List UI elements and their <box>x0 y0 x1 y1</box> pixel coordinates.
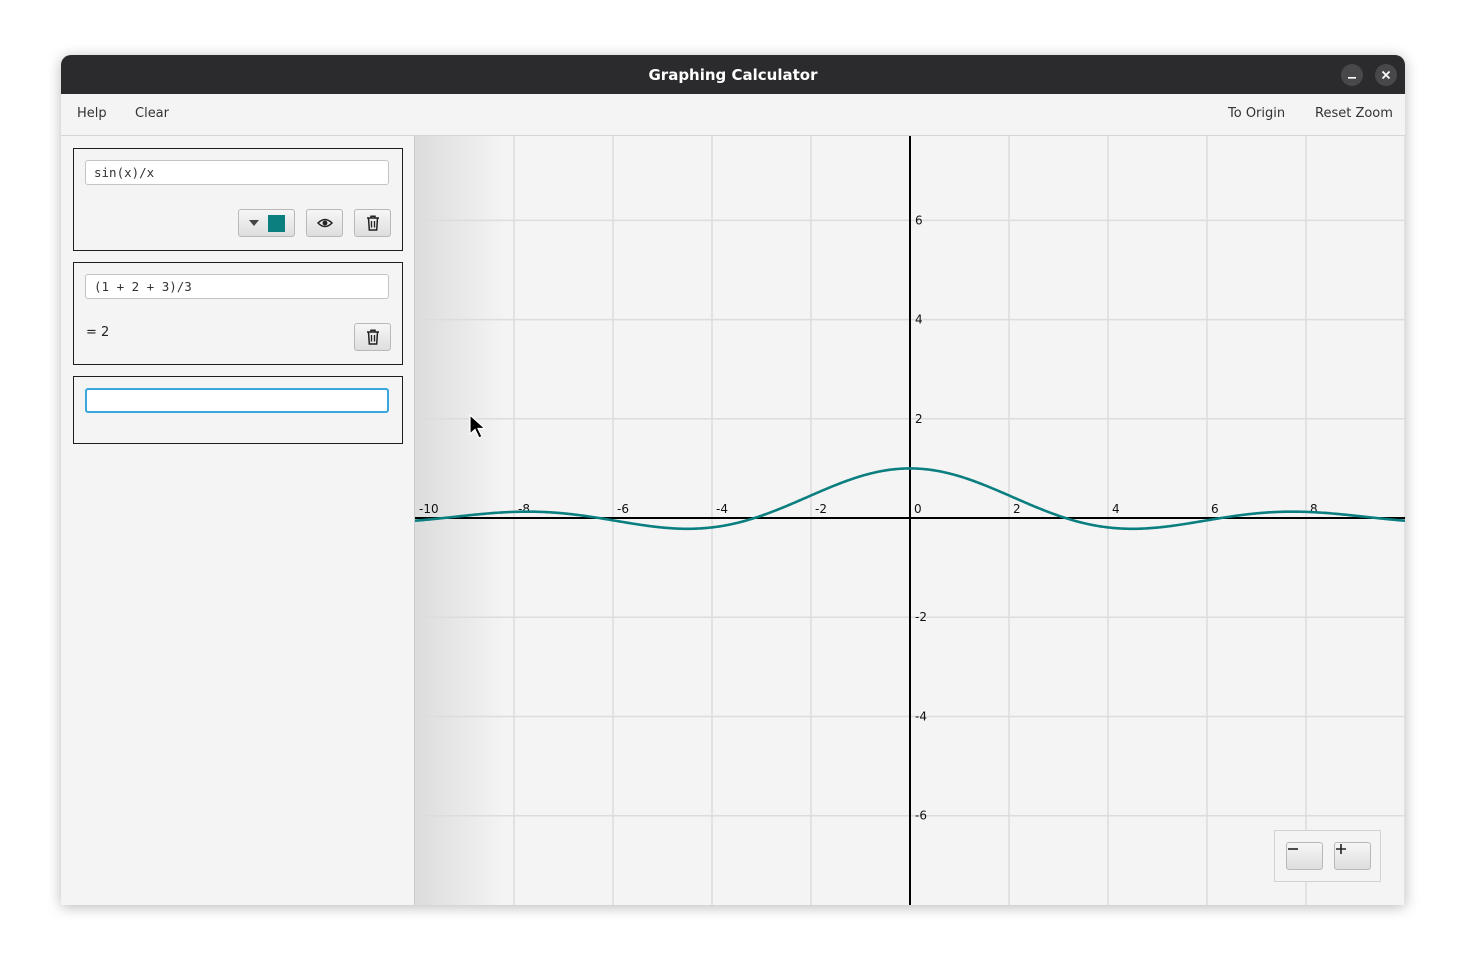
y-tick-label: -2 <box>915 610 927 624</box>
close-button[interactable] <box>1375 64 1397 86</box>
toggle-visibility-button[interactable] <box>306 209 343 237</box>
clear-menu[interactable]: Clear <box>135 106 169 121</box>
to-origin-button[interactable]: To Origin <box>1228 106 1285 121</box>
color-picker-button[interactable] <box>238 209 295 237</box>
minimize-icon <box>1348 77 1356 79</box>
x-tick-label: 4 <box>1112 502 1120 516</box>
plus-icon <box>1336 844 1346 854</box>
minimize-button[interactable] <box>1341 64 1363 86</box>
app-window: Graphing Calculator Help Clear To Origin… <box>61 55 1405 905</box>
reset-zoom-button[interactable]: Reset Zoom <box>1315 106 1393 121</box>
expression-card-value: (1 + 2 + 3)/3 = 2 <box>73 262 403 365</box>
zoom-in-button[interactable] <box>1334 842 1371 870</box>
x-tick-label: 0 <box>914 502 922 516</box>
x-tick-label: 6 <box>1211 502 1219 516</box>
expression-sidebar: sin(x)/x (1 + 2 + 3)/3 = 2 <box>61 136 415 905</box>
x-tick-label: -2 <box>815 502 827 516</box>
trash-icon <box>366 329 379 345</box>
delete-expression-button[interactable] <box>354 209 391 237</box>
zoom-out-button[interactable] <box>1286 842 1323 870</box>
window-title: Graphing Calculator <box>648 65 818 84</box>
expression-card-function: sin(x)/x <box>73 148 403 251</box>
chevron-down-icon <box>249 220 259 226</box>
trash-icon <box>366 215 379 231</box>
x-tick-label: 8 <box>1310 502 1318 516</box>
new-expression-input[interactable] <box>85 388 389 413</box>
eye-icon <box>316 218 333 228</box>
y-tick-label: -4 <box>915 709 927 723</box>
help-menu[interactable]: Help <box>77 106 107 121</box>
zoom-controls <box>1274 830 1381 882</box>
x-tick-label: -8 <box>518 502 530 516</box>
expression-input[interactable]: (1 + 2 + 3)/3 <box>85 274 389 299</box>
delete-expression-button[interactable] <box>354 323 391 351</box>
minus-icon <box>1288 848 1298 850</box>
color-swatch-icon <box>268 214 285 232</box>
expression-input[interactable]: sin(x)/x <box>85 160 389 185</box>
y-tick-label: 6 <box>915 213 923 227</box>
y-tick-label: 2 <box>915 412 923 426</box>
expression-result: = 2 <box>86 325 110 340</box>
y-tick-label: -6 <box>915 809 927 823</box>
x-tick-label: -4 <box>716 502 728 516</box>
x-tick-label: 2 <box>1013 502 1021 516</box>
graph-canvas[interactable]: -10 -8 -6 -4 -2 0 2 4 6 8 6 4 2 -2 -4 -6 <box>415 136 1405 905</box>
graph-svg[interactable]: -10 -8 -6 -4 -2 0 2 4 6 8 6 4 2 -2 -4 -6 <box>415 136 1405 905</box>
x-tick-label: -10 <box>419 502 439 516</box>
mouse-cursor-icon <box>469 414 487 439</box>
menu-bar: Help Clear To Origin Reset Zoom <box>61 94 1405 136</box>
y-tick-label: 4 <box>915 313 923 327</box>
expression-card-new <box>73 376 403 444</box>
x-tick-label: -6 <box>617 502 629 516</box>
close-icon <box>1381 70 1391 80</box>
title-bar: Graphing Calculator <box>61 55 1405 94</box>
